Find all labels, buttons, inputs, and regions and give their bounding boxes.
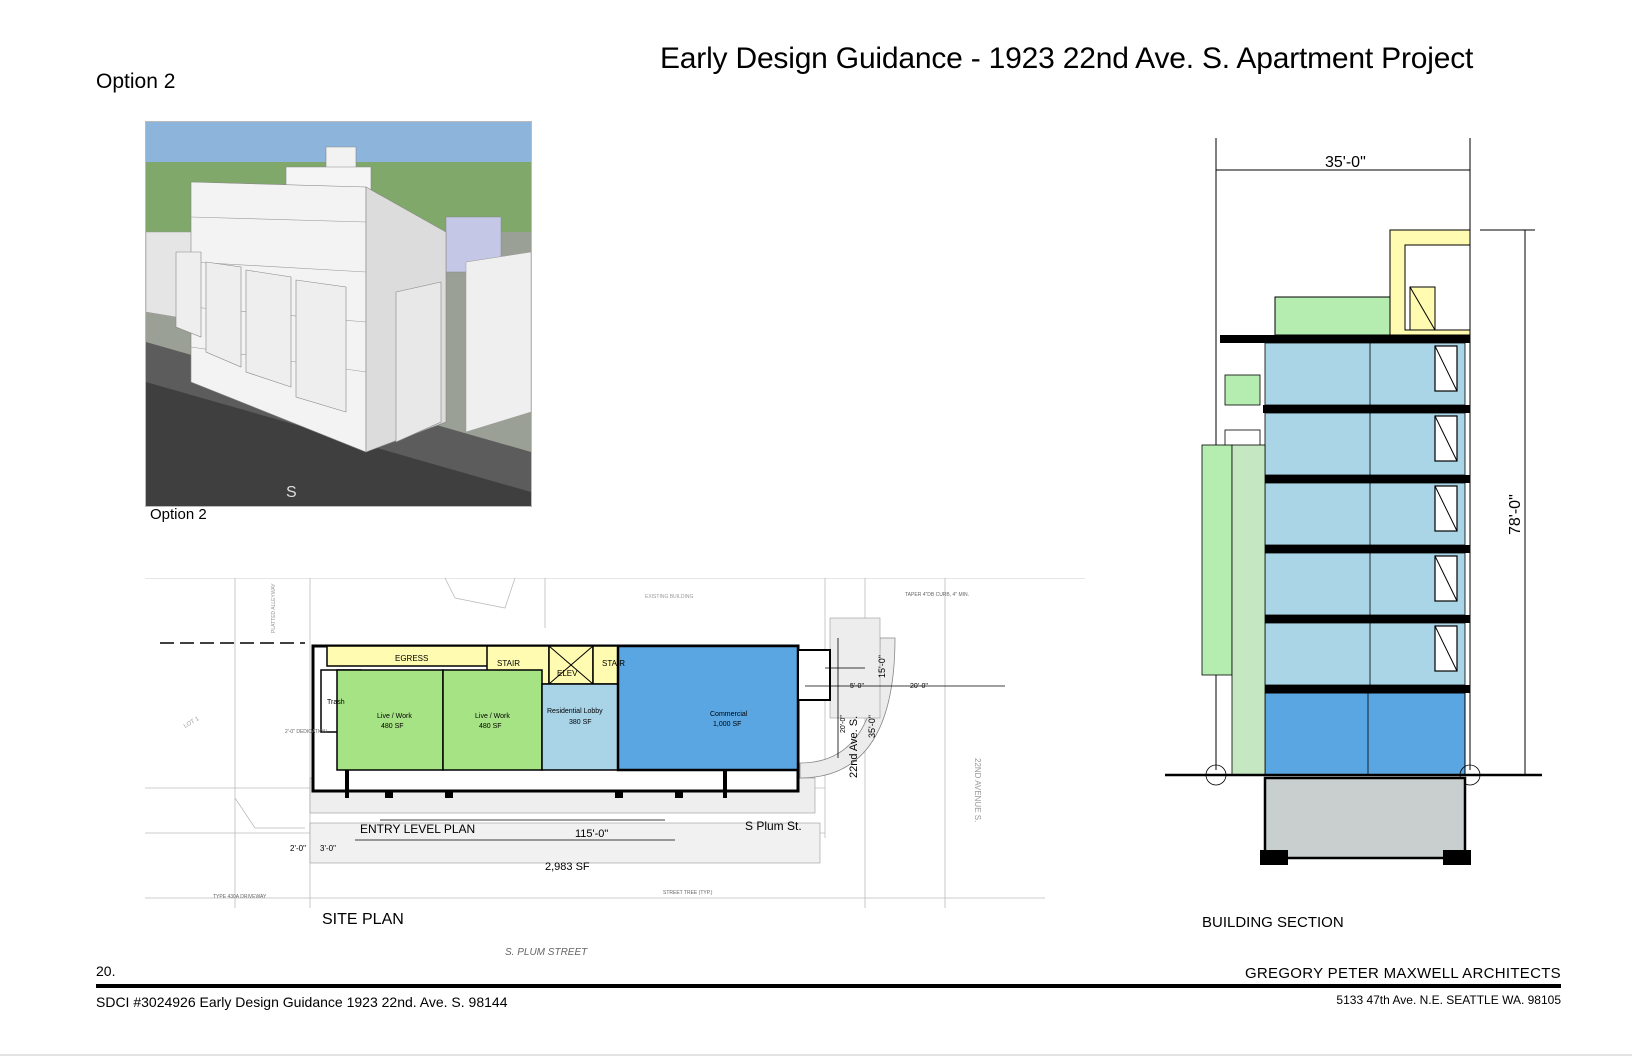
option-label: Option 2 <box>96 70 176 93</box>
avenue-name: 22ND AVENUE S. <box>973 758 982 822</box>
lobby-area: 380 SF <box>569 719 592 726</box>
live-work-1-label: Live / Work <box>377 713 412 720</box>
site-plan-label: SITE PLAN <box>322 911 404 928</box>
side-dimension-2: 20'-0" <box>910 683 928 690</box>
avenue-label: 22nd Ave. S. <box>848 716 860 778</box>
section-width-dimension: 35'-0" <box>1325 154 1366 171</box>
firm-name: GREGORY PETER MAXWELL ARCHITECTS <box>1244 965 1561 982</box>
driveway-note: TYPE 430A DRIVEWAY <box>213 894 267 900</box>
dedication-note: 2'-0" DEDICATION <box>285 729 327 735</box>
trash-label: Trash <box>327 699 345 706</box>
live-work-2-label: Live / Work <box>475 713 510 720</box>
live-work-1-area: 480 SF <box>381 723 404 730</box>
street-name: S. PLUM STREET <box>505 947 588 958</box>
existing-building-note: EXISTING BUILDING <box>645 594 693 600</box>
side-dimension-3: 5'-0" <box>850 683 864 690</box>
building-section-drawing: 35'-0" 78'-0" <box>1150 130 1550 910</box>
section-label: BUILDING SECTION <box>1202 914 1344 931</box>
firm-address: 5133 47th Ave. N.E. SEATTLE WA. 98105 <box>1336 993 1561 1007</box>
footer-rule <box>96 984 1561 988</box>
depth-dimension: 35'-0" <box>867 715 877 738</box>
alley-note: PLATTED ALLEYWAY <box>271 583 277 633</box>
side-dimension-1: 15'-0" <box>877 655 887 678</box>
commercial-area: 1,000 SF <box>713 721 741 728</box>
commercial-label: Commercial <box>710 711 748 718</box>
egress-label: EGRESS <box>395 654 428 663</box>
render-street-letter: S <box>286 484 297 501</box>
lobby-label: Residential Lobby <box>547 708 603 715</box>
stair-2-label: STAIR <box>602 659 625 668</box>
render-caption: Option 2 <box>150 506 207 523</box>
massing-render: S <box>145 121 532 507</box>
live-work-2-area: 480 SF <box>479 723 502 730</box>
elevator-label: ELEV <box>557 669 578 678</box>
area-dimension: 2,983 SF <box>545 861 590 873</box>
stair-1-label: STAIR <box>497 659 520 668</box>
sdci-reference: SDCI #3024926 Early Design Guidance 1923… <box>96 994 508 1010</box>
lot-note: LOT 1 <box>183 716 201 730</box>
length-dimension: 115'-0" <box>575 828 608 840</box>
site-plan-svg: EGRESS STAIR ELEV STAIR Trash Live / Wor… <box>145 577 1085 958</box>
left-setback-dimension: 2'-0" <box>290 844 306 853</box>
curb-taper-note: TAPER 4"DB CURB, 4" MIN. <box>905 592 969 598</box>
page-number: 20. <box>96 963 116 979</box>
page-title: Early Design Guidance - 1923 22nd Ave. S… <box>660 42 1474 75</box>
building-section-svg: 35'-0" 78'-0" <box>1165 138 1542 865</box>
entry-level-label: ENTRY LEVEL PLAN <box>360 822 475 836</box>
side-dimension-4: 20'-0" <box>840 715 847 733</box>
section-height-dimension: 78'-0" <box>1507 494 1524 535</box>
massing-render-image: S <box>146 122 531 506</box>
site-plan-drawing: EGRESS STAIR ELEV STAIR Trash Live / Wor… <box>145 577 1085 968</box>
street-label: S Plum St. <box>745 819 802 833</box>
left-setback-dimension-2: 3'-0" <box>320 844 336 853</box>
street-tree-note: STREET TREE (TYP.) <box>663 890 713 896</box>
